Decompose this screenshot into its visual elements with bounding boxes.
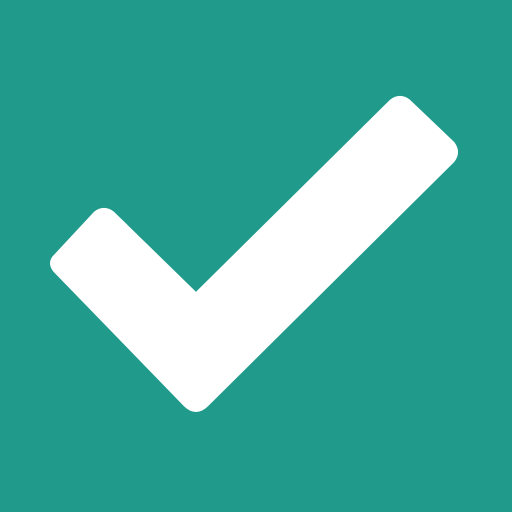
checkmark-tile xyxy=(0,0,512,512)
checkmark-icon xyxy=(50,96,458,412)
